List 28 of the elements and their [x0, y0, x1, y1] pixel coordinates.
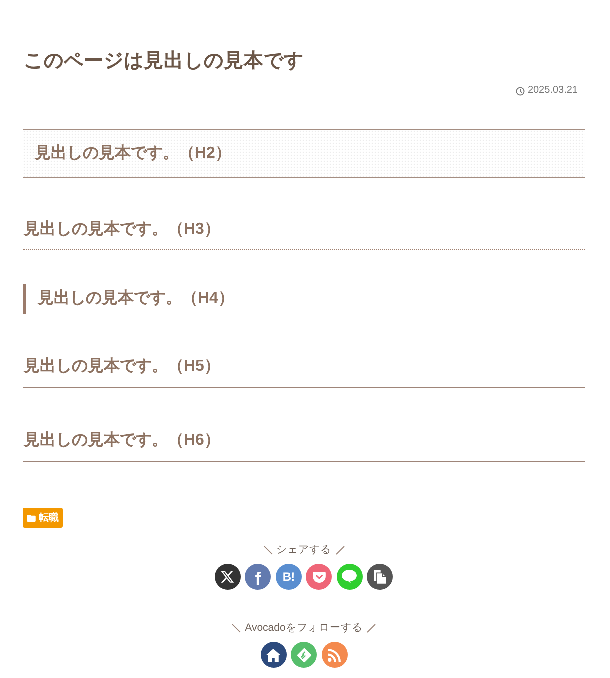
diagonal-line-icon — [366, 624, 376, 632]
section-heading: 見出しの見本です。（H5） — [23, 356, 585, 388]
diagonal-line-icon — [232, 624, 242, 632]
section-label: Avocadoをフォローする — [245, 621, 363, 636]
folder-icon — [27, 514, 36, 522]
share-button[interactable] — [214, 564, 241, 590]
section-heading: 見出しの見本です。（H2） — [23, 129, 585, 178]
share-button[interactable]: B! — [276, 564, 302, 590]
section-heading: 見出しの見本です。（H4） — [23, 284, 585, 314]
share-button[interactable] — [367, 564, 394, 590]
section-heading: 見出しの見本です。（H6） — [23, 430, 585, 462]
post-date: 2025.03.21 — [528, 84, 578, 98]
section-heading: 見出しの見本です。（H3） — [23, 219, 585, 250]
rss-icon — [328, 648, 341, 662]
diagonal-line-icon — [336, 546, 344, 554]
diamond-stripes-icon — [296, 648, 312, 662]
share-button[interactable]: f — [245, 564, 272, 590]
house-icon — [266, 648, 281, 662]
copy-icon — [374, 570, 386, 584]
section-label: シェアする — [276, 543, 332, 558]
category-tag[interactable]: 転職 — [23, 508, 63, 528]
speech-bubble-icon — [342, 570, 358, 584]
diagonal-line-icon — [264, 546, 272, 554]
follow-button[interactable] — [260, 642, 286, 668]
page-title: このページは見出しの見本です — [24, 49, 305, 74]
clock-icon — [516, 86, 525, 96]
x-logo-icon — [221, 571, 234, 583]
chevron-shield-icon — [312, 572, 326, 582]
